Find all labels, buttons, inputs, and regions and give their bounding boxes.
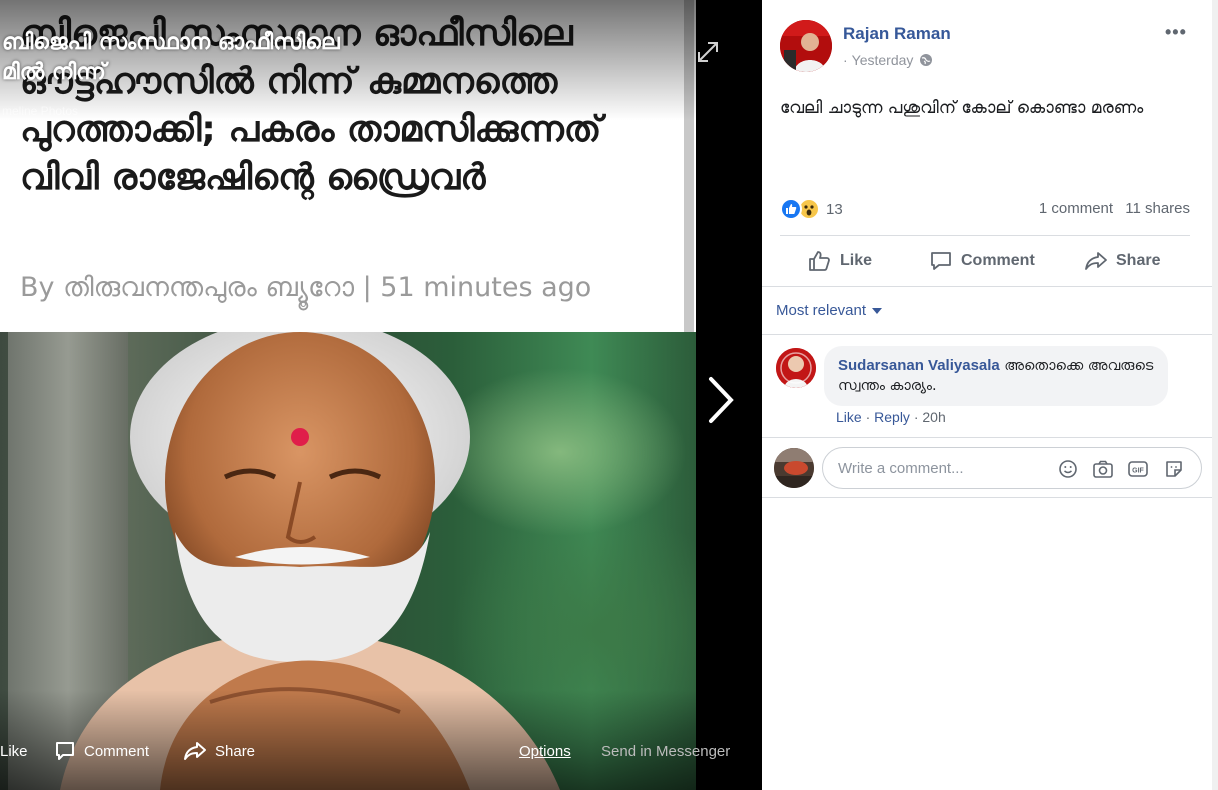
share-button[interactable]: Share xyxy=(1084,244,1160,278)
comment-icon xyxy=(56,742,74,760)
viewer-share-button[interactable]: Share xyxy=(183,736,255,766)
separator-dot: · xyxy=(865,409,875,425)
svg-text:GIF: GIF xyxy=(1132,468,1144,475)
sticker-icon[interactable] xyxy=(1163,458,1185,480)
like-label: Like xyxy=(840,252,873,269)
divider xyxy=(762,286,1212,287)
emoji-icon[interactable] xyxy=(1057,458,1079,480)
gif-icon[interactable]: GIF xyxy=(1127,458,1149,480)
engagement-stats: 1 comment 11 shares xyxy=(1039,200,1190,217)
post-message: വേലി ചാടുന്ന പശുവിന് കോല് കൊണ്ടാ മരണം xyxy=(780,98,1144,118)
comment-label: Comment xyxy=(961,252,1035,269)
viewer-like-label: Like xyxy=(0,742,28,760)
viewer-like-button[interactable]: Like xyxy=(0,736,28,766)
author-name-link[interactable]: Rajan Raman xyxy=(843,24,951,44)
comment-input[interactable]: Write a comment... GIF xyxy=(822,447,1202,489)
comment-bubble: Sudarsanan Valiyasala അതൊക്കെ അവരുടെ സ്വ… xyxy=(824,346,1168,406)
comment-reply-link[interactable]: Reply xyxy=(874,409,910,425)
reaction-summary[interactable]: 13 xyxy=(780,196,843,222)
send-in-messenger-link[interactable]: Send in Messenger xyxy=(601,736,730,766)
divider xyxy=(762,334,1212,335)
post-details-panel: Rajan Raman · Yesterday ••• വേലി ചാടുന്ന… xyxy=(762,0,1212,790)
news-byline: By തിരുവനന്തപുരം ബ്യൂറോ | 51 minutes ago xyxy=(20,272,592,303)
meta-dot: · xyxy=(843,52,848,68)
share-label: Share xyxy=(1116,252,1161,269)
comment-actions: Like · Reply · 20h xyxy=(836,409,946,425)
post-action-bar: Like Comment Share xyxy=(780,244,1190,278)
post-meta: · Yesterday xyxy=(843,52,933,68)
globe-icon[interactable] xyxy=(919,53,933,67)
viewer-share-label: Share xyxy=(215,742,256,760)
viewer-comment-label: Comment xyxy=(84,742,150,760)
chevron-down-icon xyxy=(872,307,883,314)
shares-count-link[interactable]: 11 shares xyxy=(1125,200,1190,217)
overlay-title-line: ബിജെപി സംസ്ഥാന ഓഫീസിലെ xyxy=(2,30,340,55)
comment-time[interactable]: 20h xyxy=(922,409,945,425)
thumbs-up-icon xyxy=(809,251,830,271)
share-icon xyxy=(184,742,206,760)
comment-like-link[interactable]: Like xyxy=(836,409,862,425)
next-arrow-icon[interactable] xyxy=(700,370,740,430)
comment-sort-dropdown[interactable]: Most relevant xyxy=(776,302,883,319)
commenter-avatar[interactable] xyxy=(776,348,816,388)
reaction-count: 13 xyxy=(826,200,843,218)
scrollbar-track[interactable] xyxy=(1212,0,1218,790)
viewer-action-bar: Like Comment Share Options Send in Messe… xyxy=(0,736,762,766)
more-options-button[interactable]: ••• xyxy=(1165,22,1187,43)
photo-theater: ബിജെപി സംസ്ഥാന ഓഫീസിലെ ഔട്ട്ഹൗസിൽ നിന്ന്… xyxy=(0,0,1218,790)
viewer-avatar xyxy=(774,448,814,488)
divider xyxy=(762,497,1212,498)
comment-input-placeholder: Write a comment... xyxy=(838,460,964,477)
sort-label: Most relevant xyxy=(776,302,867,319)
comments-count-link[interactable]: 1 comment xyxy=(1039,200,1113,217)
expand-icon[interactable] xyxy=(694,38,722,66)
album-subtitle-overlay[interactable]: meline Photos xyxy=(2,104,78,118)
commenter-name-link[interactable]: Sudarsanan Valiyasala xyxy=(838,357,1000,374)
overlay-title-line: മിൽ നിന്ന് xyxy=(2,60,106,85)
author-avatar[interactable] xyxy=(780,20,832,72)
post-photo[interactable]: ബിജെപി സംസ്ഥാന ഓഫീസിലെ ഔട്ട്ഹൗസിൽ നിന്ന്… xyxy=(0,0,696,790)
photo-viewer: ബിജെപി സംസ്ഥാന ഓഫീസിലെ ഔട്ട്ഹൗസിൽ നിന്ന്… xyxy=(0,0,762,790)
share-icon xyxy=(1085,252,1107,270)
post-time-link[interactable]: Yesterday xyxy=(852,52,914,68)
album-title-overlay: ബിജെപി സംസ്ഥാന ഓഫീസിലെ മിൽ നിന്ന് xyxy=(2,28,340,88)
viewer-comment-button[interactable]: Comment xyxy=(54,736,149,766)
options-link[interactable]: Options xyxy=(519,736,571,766)
comment-icon xyxy=(931,252,951,270)
like-reaction-icon xyxy=(780,198,802,220)
like-button[interactable]: Like xyxy=(808,244,872,278)
divider xyxy=(762,437,1212,438)
divider xyxy=(780,235,1190,236)
camera-icon[interactable] xyxy=(1092,458,1114,480)
comment-button[interactable]: Comment xyxy=(929,244,1035,278)
